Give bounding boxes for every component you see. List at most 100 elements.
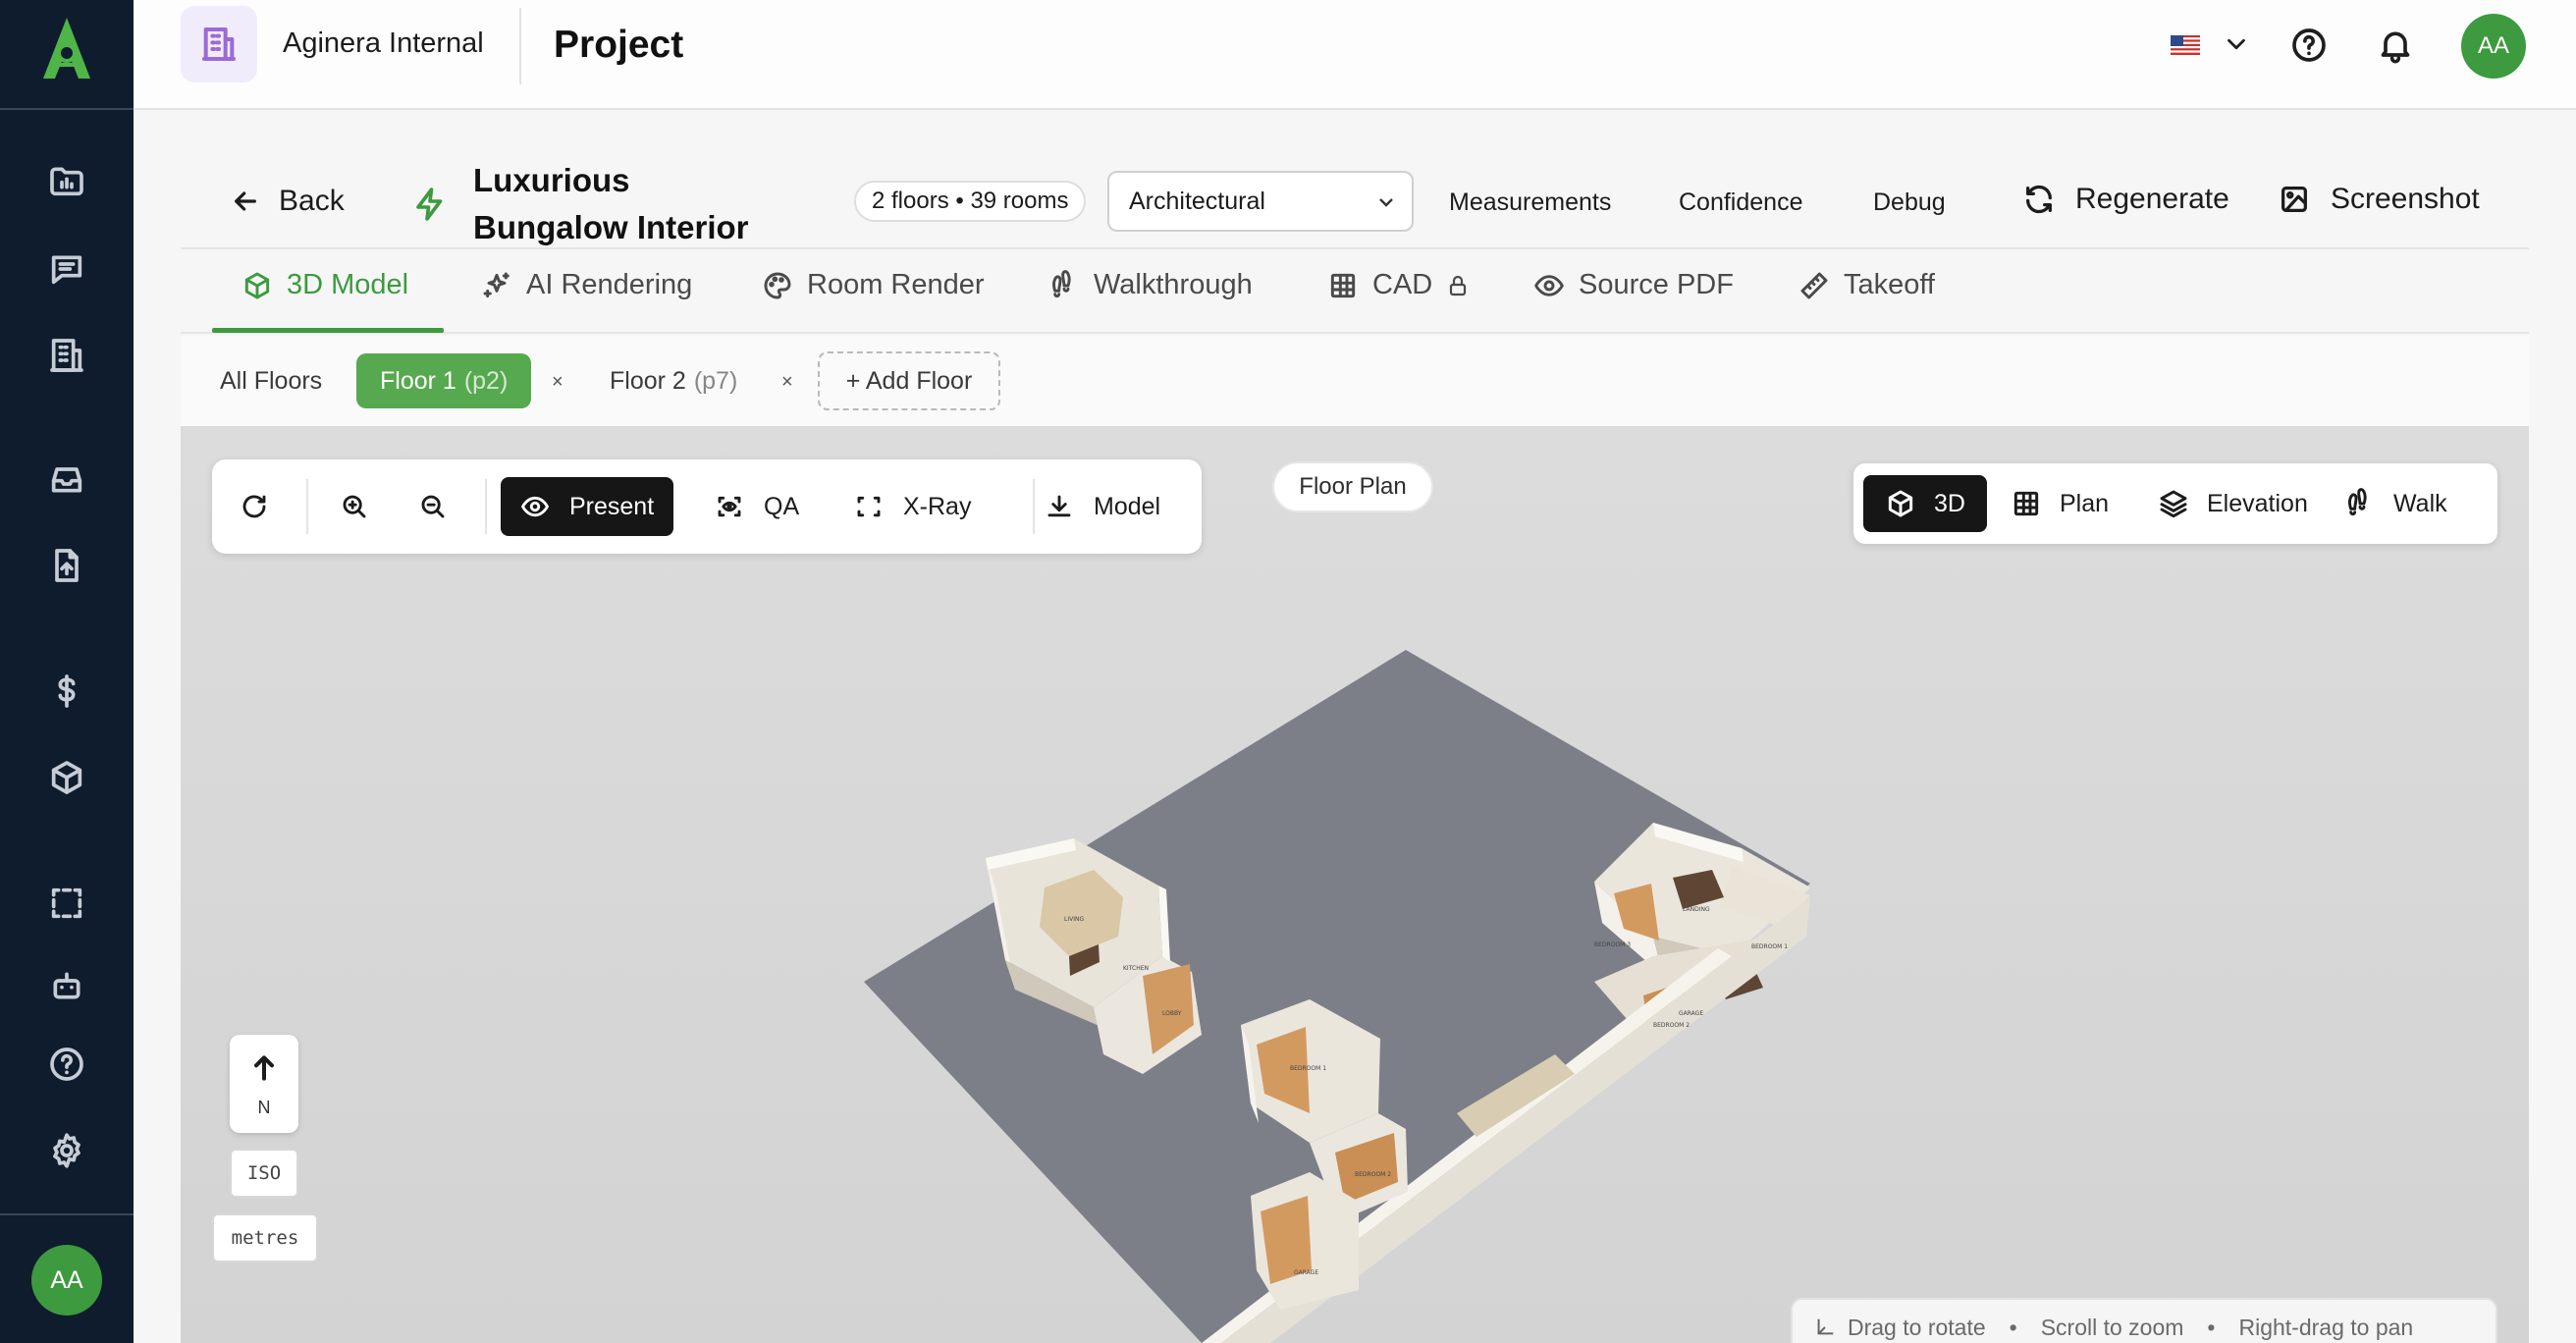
tab-takeoff[interactable]: Takeoff xyxy=(1798,269,1935,301)
room-label: GARAGE xyxy=(1294,1269,1318,1276)
us-flag-icon[interactable] xyxy=(2171,35,2200,55)
ruler-icon xyxy=(1800,272,1828,298)
mode-3d-button[interactable]: 3D xyxy=(1863,475,1987,532)
view-mode-switcher: 3D Plan Elevation Walk xyxy=(1853,463,2497,544)
sidebar-divider xyxy=(0,108,134,110)
viewer-toolbar: Present QA X-Ray Model xyxy=(212,459,1202,554)
help-icon[interactable] xyxy=(43,1041,90,1088)
floor-page: (p7) xyxy=(693,366,738,395)
user-avatar[interactable]: AA xyxy=(31,1245,102,1316)
tab-label: Source PDF xyxy=(1579,269,1734,300)
download-icon xyxy=(1047,495,1071,517)
cube-icon xyxy=(1888,490,1913,517)
tab-label: Takeoff xyxy=(1844,269,1935,300)
mode-elevation-button[interactable]: Elevation xyxy=(2158,475,2308,532)
select-dashed-icon[interactable] xyxy=(43,880,90,927)
header-avatar[interactable]: AA xyxy=(2461,14,2526,79)
folder-chart-icon[interactable] xyxy=(43,157,90,204)
footprints-icon xyxy=(2347,488,2367,516)
scan-eye-icon xyxy=(718,496,741,517)
compass-widget[interactable]: N xyxy=(230,1035,298,1133)
xray-label: X-Ray xyxy=(903,492,972,520)
mode-label: 3D xyxy=(1934,489,1965,517)
confidence-button[interactable]: Confidence xyxy=(1679,188,1802,217)
chevron-down-icon[interactable] xyxy=(2222,29,2251,59)
sidebar: AA xyxy=(0,0,134,1343)
room-label: BEDROOM 1 xyxy=(1290,1065,1326,1072)
navigation-hints: Drag to rotate • Scroll to zoom • Right-… xyxy=(1791,1298,2497,1343)
debug-button[interactable]: Debug xyxy=(1873,188,1946,217)
top-header: Aginera Internal Project AA xyxy=(134,0,2576,110)
building-icon[interactable] xyxy=(43,332,90,379)
bell-icon[interactable] xyxy=(2376,26,2415,65)
floor-chip-1[interactable]: Floor 1 (p2) xyxy=(356,353,532,408)
floor-label: Floor 2 xyxy=(610,366,686,395)
screenshot-button[interactable]: Screenshot xyxy=(2278,183,2480,216)
qa-button[interactable]: QA xyxy=(715,477,799,536)
grid-icon xyxy=(1330,273,1356,297)
help-icon[interactable] xyxy=(2289,26,2329,65)
hint-pan: Right-drag to pan xyxy=(2238,1314,2414,1340)
tab-walkthrough[interactable]: Walkthrough xyxy=(1048,269,1253,301)
qa-label: QA xyxy=(764,492,800,520)
mode-label: Walk xyxy=(2393,489,2447,517)
tab-source-pdf[interactable]: Source PDF xyxy=(1533,269,1734,301)
all-floors-chip[interactable]: All Floors xyxy=(220,353,322,408)
tab-label: Room Render xyxy=(807,269,985,300)
style-select[interactable]: Architectural xyxy=(1107,171,1414,232)
present-button[interactable]: Present xyxy=(501,477,674,536)
floor-plan-label[interactable]: Floor Plan xyxy=(1272,461,1433,512)
units-toggle[interactable]: metres xyxy=(212,1213,318,1262)
bot-icon[interactable] xyxy=(43,966,90,1001)
chevron-down-icon xyxy=(1379,198,1393,207)
3d-scene[interactable]: LIVING KITCHEN LOBBY LANDING BEDROOM 3 B… xyxy=(181,426,2529,1343)
xray-button[interactable]: X-Ray xyxy=(854,477,971,536)
footprints-icon xyxy=(1051,269,1071,297)
hint-zoom: Scroll to zoom xyxy=(2040,1314,2184,1340)
app-logo[interactable] xyxy=(35,14,98,82)
room-label: BEDROOM 1 xyxy=(1751,943,1788,950)
3d-viewport[interactable]: LIVING KITCHEN LOBBY LANDING BEDROOM 3 B… xyxy=(181,426,2529,1343)
floor-chip-2[interactable]: Floor 2 (p7) xyxy=(610,353,737,408)
measurements-button[interactable]: Measurements xyxy=(1449,188,1611,217)
back-button[interactable]: Back xyxy=(230,185,345,218)
palette-icon xyxy=(764,272,791,298)
arrow-left-icon xyxy=(235,191,256,211)
org-badge[interactable] xyxy=(181,6,257,82)
mode-plan-button[interactable]: Plan xyxy=(2011,475,2109,532)
remove-floor-2-button[interactable]: × xyxy=(781,371,793,394)
floor-label: Floor 1 xyxy=(380,366,456,395)
file-upload-icon[interactable] xyxy=(43,542,90,589)
dollar-icon[interactable] xyxy=(43,668,90,715)
download-model-button[interactable]: Model xyxy=(1045,477,1160,536)
org-name[interactable]: Aginera Internal xyxy=(283,27,484,60)
message-icon[interactable] xyxy=(43,245,90,293)
reset-view-button[interactable] xyxy=(240,477,269,536)
tab-ai-rendering[interactable]: AI Rendering xyxy=(481,269,692,301)
zoom-in-button[interactable] xyxy=(340,477,369,536)
remove-floor-1-button[interactable]: × xyxy=(552,371,564,394)
sidebar-scroll-mask xyxy=(0,1001,134,1031)
header-divider xyxy=(519,8,521,84)
projection-toggle[interactable]: ISO xyxy=(230,1149,298,1198)
tab-cad[interactable]: CAD xyxy=(1327,269,1470,301)
tab-label: Walkthrough xyxy=(1094,269,1253,300)
tab-3d-model[interactable]: 3D Model xyxy=(242,269,408,301)
room-label: LANDING xyxy=(1683,906,1710,913)
room-label: BEDROOM 2 xyxy=(1355,1171,1391,1178)
cube-icon[interactable] xyxy=(43,754,90,801)
page-title: Project xyxy=(554,24,684,66)
add-floor-button[interactable]: + Add Floor xyxy=(818,351,1000,410)
room-label: GARAGE xyxy=(1679,1010,1703,1017)
zoom-in-icon xyxy=(343,495,366,518)
inbox-icon[interactable] xyxy=(43,456,90,503)
hint-separator: • xyxy=(2207,1314,2216,1340)
scan-icon xyxy=(857,496,881,517)
zoom-out-button[interactable] xyxy=(418,477,448,536)
settings-icon[interactable] xyxy=(43,1127,90,1174)
regenerate-button[interactable]: Regenerate xyxy=(2022,183,2229,216)
project-header: Back Luxurious Bungalow Interior 2 floor… xyxy=(181,143,2529,249)
tab-room-render[interactable]: Room Render xyxy=(762,269,985,301)
view-tabs: 3D Model AI Rendering Room Render Walkth… xyxy=(181,251,2529,334)
mode-walk-button[interactable]: Walk xyxy=(2344,475,2447,532)
